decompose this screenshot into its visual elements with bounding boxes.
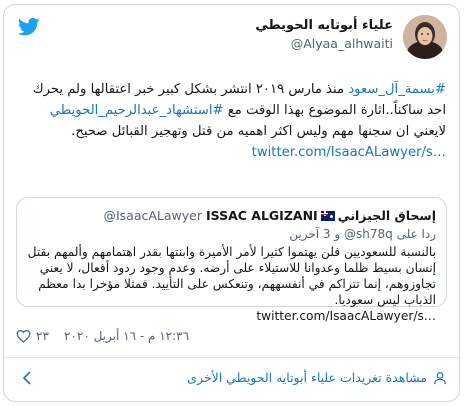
avatar-photo <box>403 15 447 59</box>
tweet-timestamp[interactable]: ١٢:٣٦ م - ١٦ أبريل ٢٠٢٠ <box>64 329 189 343</box>
more-tweets-footer[interactable]: مشاهدة تغريدات علياء أبوتايه الحويطي الأ… <box>16 367 447 389</box>
quoted-text-body: بالنسبة للسعوديين فلن يهتموا كثيرا لأمر … <box>27 245 436 307</box>
australia-flag-icon <box>320 211 335 221</box>
quoted-author-handle: @IsaacALawyer <box>103 208 202 223</box>
chevron-left-icon[interactable] <box>22 370 32 386</box>
author-avatar[interactable] <box>403 15 447 59</box>
hashtag-link[interactable]: #استشهاد_عبدالرحيم_الحويطي <box>50 103 224 118</box>
quoted-reply-context: ردا على @sh78q و 3 آخرين <box>27 226 436 242</box>
more-tweets-link[interactable]: مشاهدة تغريدات علياء أبوتايه الحويطي الأ… <box>187 370 427 385</box>
quoted-url: twitter.com/IsaacALawyer/s… <box>256 309 436 323</box>
like-count[interactable]: ٢٣ <box>36 329 49 343</box>
reply-handle: @sh78q <box>344 227 393 241</box>
divider <box>4 357 459 358</box>
quoted-tweet[interactable]: إسحاق الجيزاني ISSAC ALGIZANI @IsaacALawy… <box>16 197 447 323</box>
quoted-tweet-header: إسحاق الجيزاني ISSAC ALGIZANI @IsaacALawy… <box>27 208 436 224</box>
tweet-header: علياء أبوتايه الحويطي @Alyaa_alhwaiti <box>16 15 447 61</box>
heart-icon[interactable] <box>16 329 31 343</box>
tweet-text-part: لايعني ان سجنها مهم وليس اكثر اهميه من ق… <box>71 124 446 139</box>
author-handle[interactable]: @Alyaa_alhwaiti <box>255 35 393 53</box>
author-names[interactable]: علياء أبوتايه الحويطي @Alyaa_alhwaiti <box>255 17 393 53</box>
quoted-author-name-en: ISSAC ALGIZANI <box>205 208 318 223</box>
author-display-name[interactable]: علياء أبوتايه الحويطي <box>255 17 393 35</box>
person-icon <box>434 371 446 385</box>
embedded-tweet-card: علياء أبوتايه الحويطي @Alyaa_alhwaiti #ب… <box>3 4 460 402</box>
quoted-author-name-ar: إسحاق الجيزاني <box>337 208 436 223</box>
tweet-meta: ٢٣ ١٢:٣٦ م - ١٦ أبريل ٢٠٢٠ <box>16 329 447 345</box>
twitter-bird-icon[interactable] <box>18 17 40 37</box>
quoted-tweet-text: بالنسبة للسعوديين فلن يهتموا كثيرا لأمر … <box>27 244 436 324</box>
tweet-text: #بسمة_آل_سعود منذ مارس ٢٠١٩ انتشر بشكل ك… <box>17 79 446 163</box>
reply-suffix: و 3 آخرين <box>289 227 344 241</box>
reply-prefix: ردا على <box>392 227 436 241</box>
tweet-url-link[interactable]: twitter.com/IsaacALawyer/s… <box>252 145 446 160</box>
hashtag-link[interactable]: #بسمة_آل_سعود <box>348 82 446 97</box>
